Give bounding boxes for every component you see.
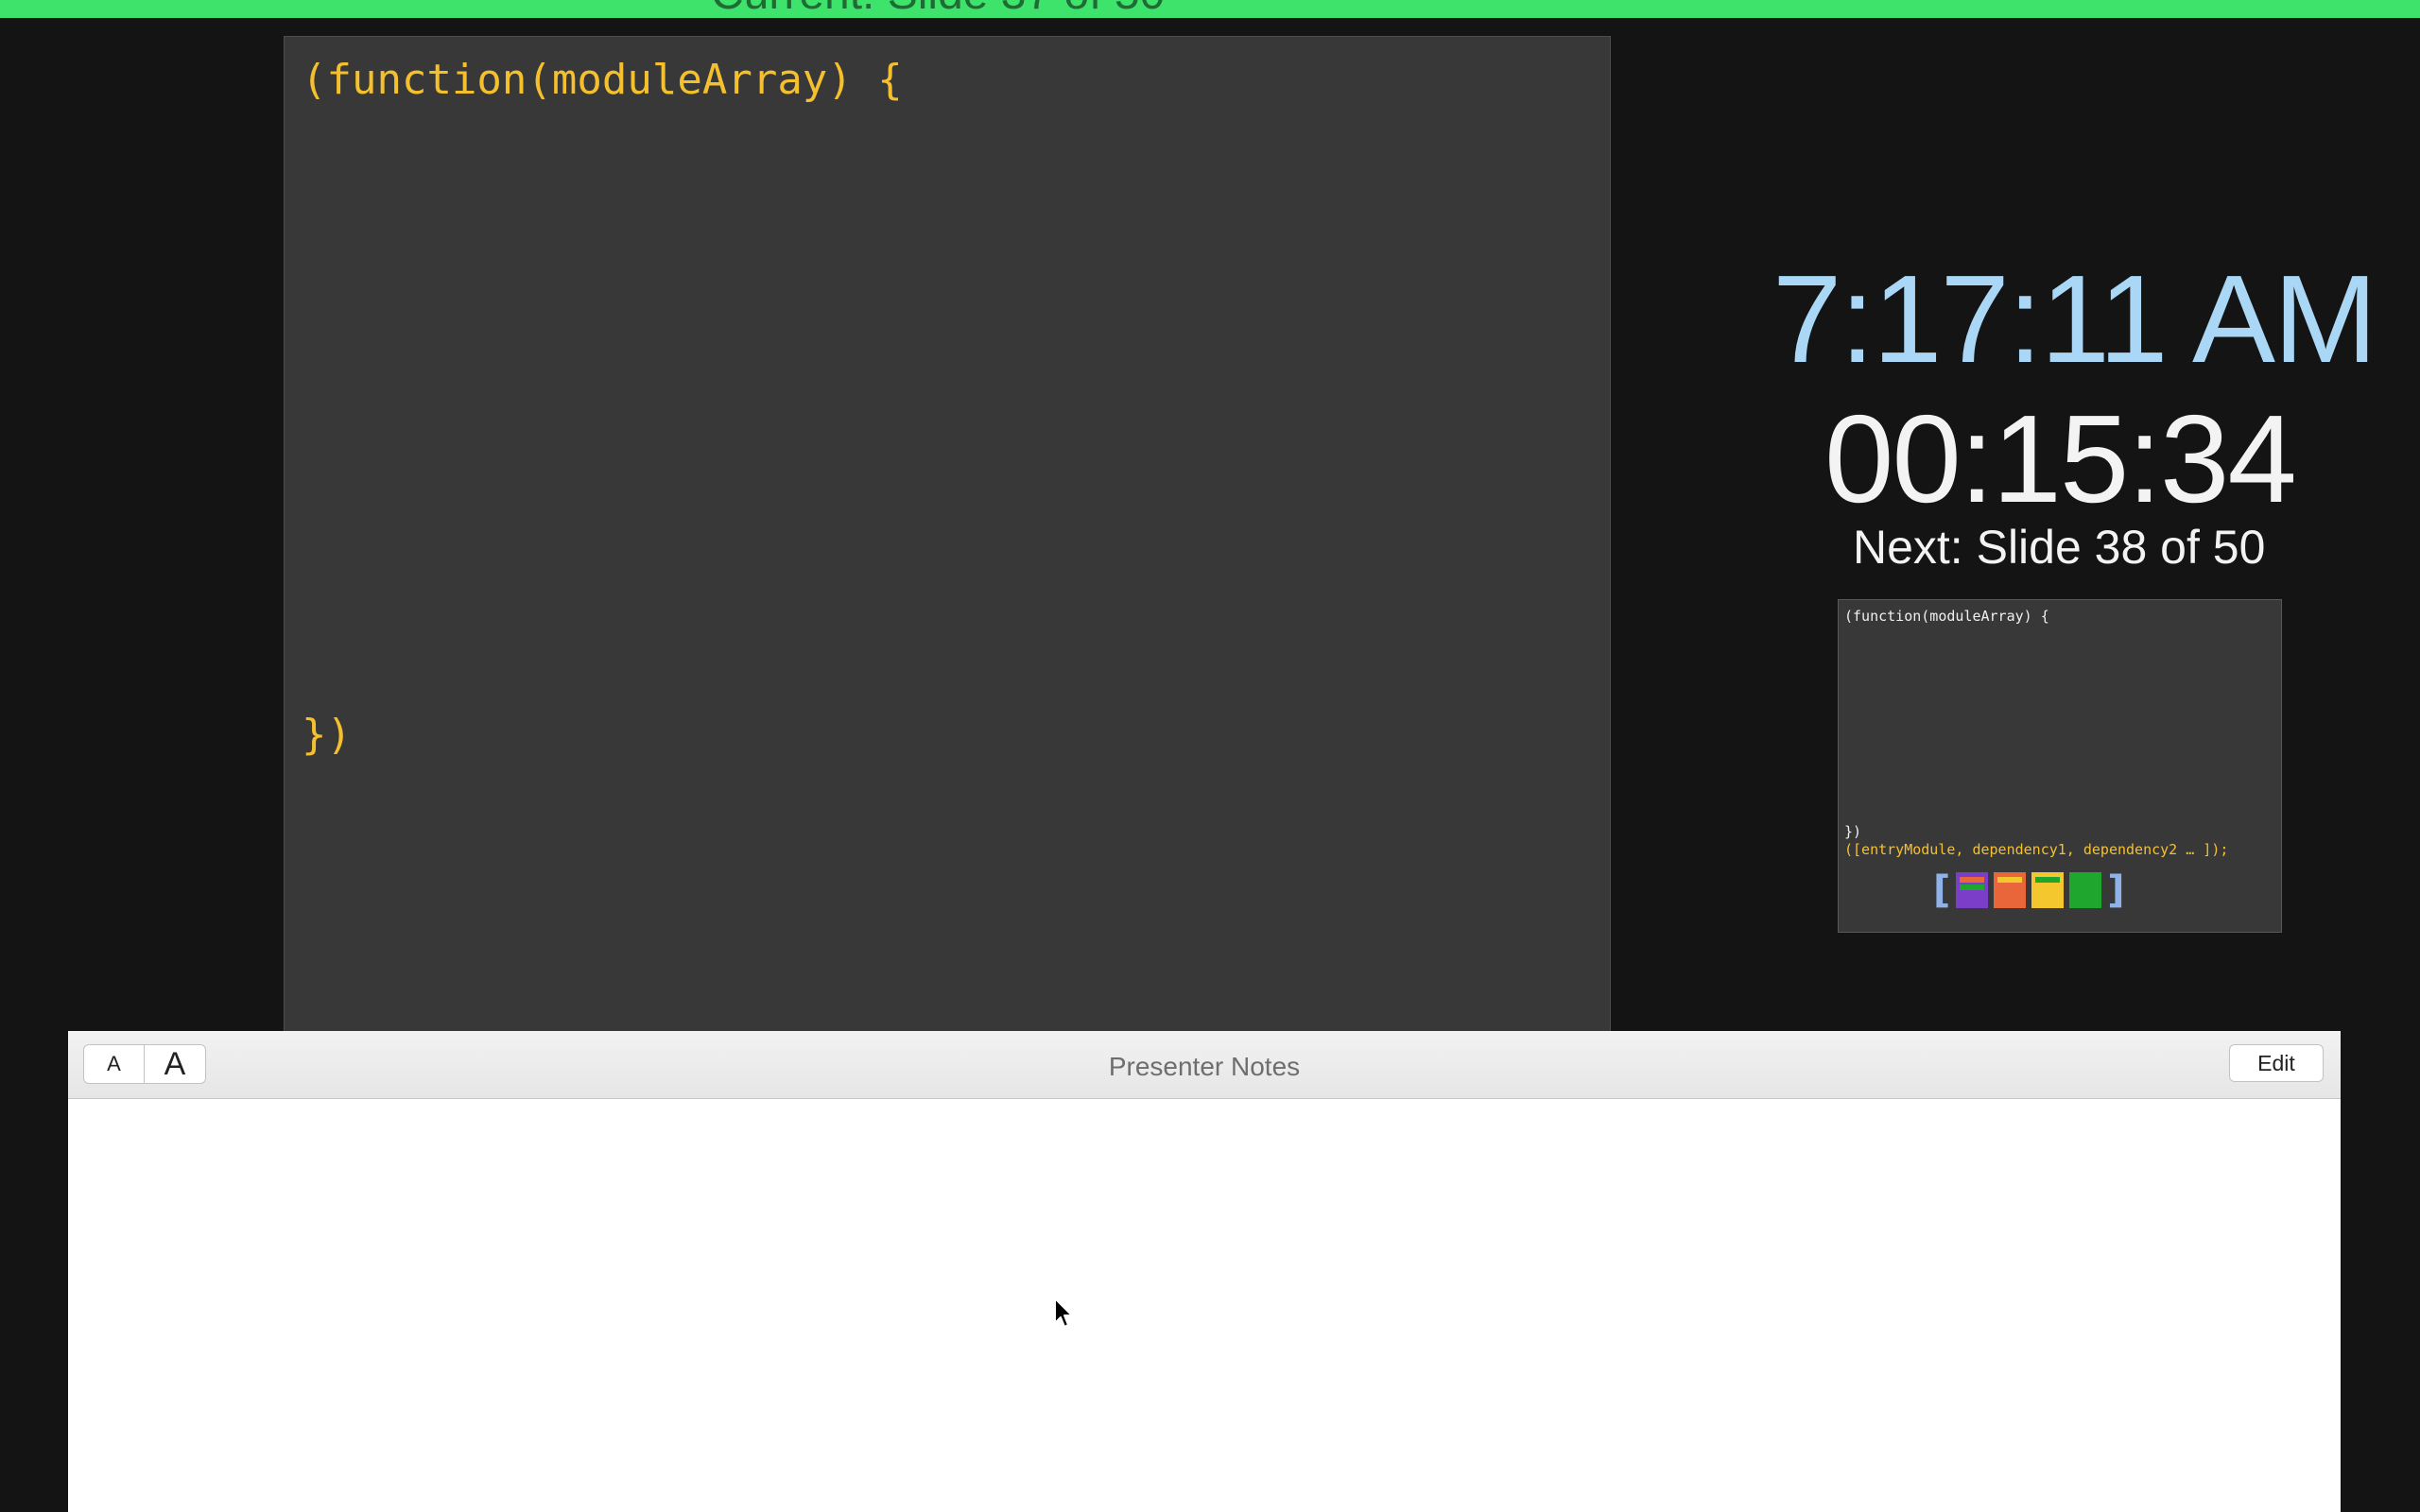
mouse-pointer-icon xyxy=(1054,1297,1073,1328)
current-slide-preview: (function(moduleArray) { }) xyxy=(284,36,1611,1032)
module-array-graphic: [ ] xyxy=(1933,871,2125,909)
edit-notes-button[interactable]: Edit xyxy=(2229,1044,2324,1082)
module-box-3 xyxy=(2031,872,2065,908)
next-slide-code-line-2: }) xyxy=(1844,823,1862,840)
current-slide-code-line-2: }) xyxy=(302,711,352,759)
presenter-notes-toolbar: A A Presenter Notes Edit xyxy=(68,1031,2341,1099)
current-slide-code-line-1: (function(moduleArray) { xyxy=(302,56,903,104)
presenter-notes-panel: A A Presenter Notes Edit xyxy=(68,1031,2341,1512)
next-slide-label: Next: Slide 38 of 50 xyxy=(1853,521,2266,574)
elapsed-timer[interactable]: 00:15:34 xyxy=(1824,387,2297,530)
clock-time: 7:17:11 AM xyxy=(1772,249,2377,388)
presenter-notes-title: Presenter Notes xyxy=(1108,1052,1301,1081)
close-bracket: ] xyxy=(2107,868,2125,912)
presenter-display: Current: Slide 37 of 50 (function(module… xyxy=(0,0,2420,1512)
next-slide-code-line-1: (function(moduleArray) { xyxy=(1844,608,2049,625)
module-box-1 xyxy=(1956,872,1989,908)
next-slide-code-line-3: ([entryModule, dependency1, dependency2 … xyxy=(1844,841,2229,858)
presenter-notes-body[interactable] xyxy=(68,1099,2341,1512)
module-box-4 xyxy=(2069,872,2102,908)
next-slide-preview: (function(moduleArray) { }) ([entryModul… xyxy=(1838,599,2282,933)
current-slide-status-bar: Current: Slide 37 of 50 xyxy=(0,0,2420,18)
open-bracket: [ xyxy=(1933,868,1951,912)
current-slide-label: Current: Slide 37 of 50 xyxy=(711,0,1165,18)
module-box-2 xyxy=(1994,872,2027,908)
